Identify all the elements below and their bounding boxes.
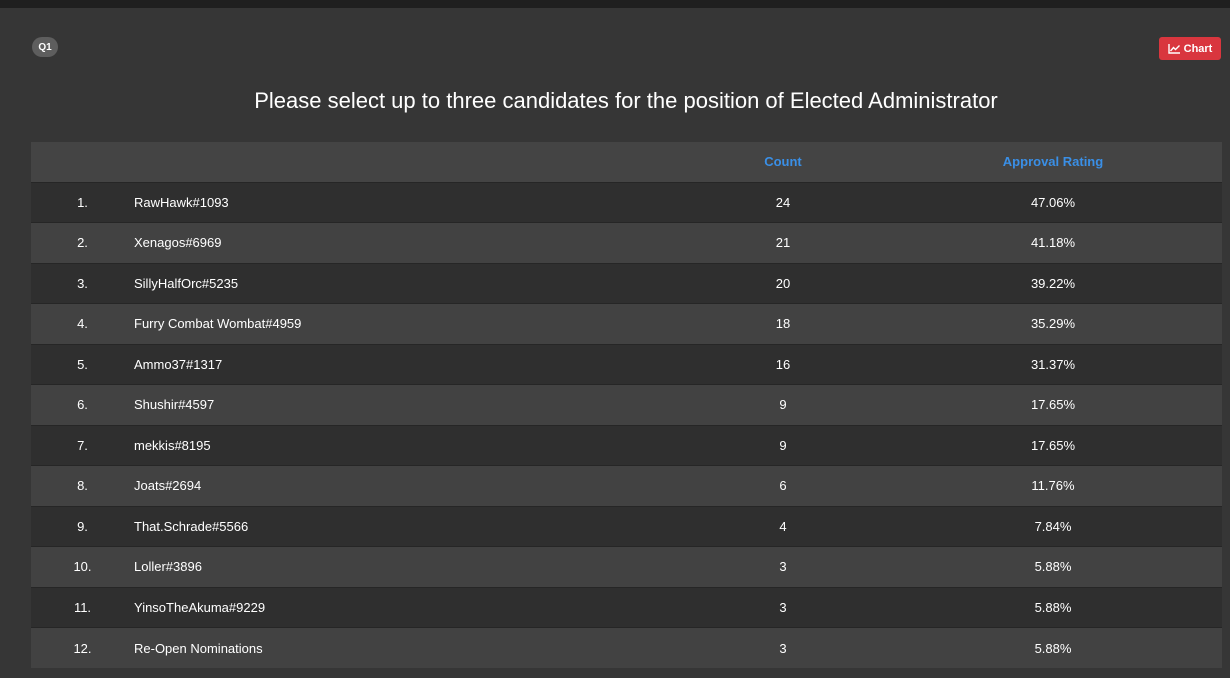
count-cell: 3 (682, 546, 884, 587)
table-row: 5. Ammo37#1317 16 31.37% (31, 343, 1222, 385)
approval-rating-cell: 5.88% (884, 546, 1222, 587)
candidate-name: mekkis#8195 (134, 424, 682, 466)
table-row: 1. RawHawk#1093 24 47.06% (31, 181, 1222, 223)
candidate-name: YinsoTheAkuma#9229 (134, 586, 682, 628)
chart-button-label: Chart (1183, 42, 1213, 55)
rank-cell: 6. (31, 384, 134, 425)
count-cell: 21 (682, 222, 884, 263)
candidate-name: SillyHalfOrc#5235 (134, 262, 682, 304)
approval-rating-cell: 7.84% (884, 505, 1222, 547)
rank-cell: 10. (31, 546, 134, 587)
rank-cell: 11. (31, 586, 134, 628)
question-title: Please select up to three candidates for… (254, 88, 998, 113)
approval-rating-cell: 41.18% (884, 222, 1222, 263)
candidate-name: Shushir#4597 (134, 384, 682, 425)
rank-cell: 12. (31, 627, 134, 668)
approval-rating-cell: 31.37% (884, 343, 1222, 385)
table-row: 4. Furry Combat Wombat#4959 18 35.29% (31, 303, 1222, 344)
count-cell: 6 (682, 465, 884, 506)
rank-cell: 4. (31, 303, 134, 344)
candidate-name: Joats#2694 (134, 465, 682, 506)
approval-rating-cell: 11.76% (884, 465, 1222, 506)
count-cell: 3 (682, 627, 884, 668)
header-name (134, 142, 682, 182)
rank-cell: 7. (31, 424, 134, 466)
approval-rating-cell: 5.88% (884, 627, 1222, 668)
rank-cell: 1. (31, 181, 134, 223)
table-row: 11. YinsoTheAkuma#9229 3 5.88% (31, 586, 1222, 628)
approval-rating-cell: 39.22% (884, 262, 1222, 304)
approval-rating-cell: 17.65% (884, 424, 1222, 466)
results-table: Count Approval Rating 1. RawHawk#1093 24 47… (31, 142, 1222, 668)
line-chart-icon (1167, 43, 1181, 54)
top-bar (0, 0, 1230, 8)
approval-rating-cell: 17.65% (884, 384, 1222, 425)
candidate-name: That.Schrade#5566 (134, 505, 682, 547)
candidate-name: RawHawk#1093 (134, 181, 682, 223)
candidate-name: Re-Open Nominations (134, 627, 682, 668)
table-row: 3. SillyHalfOrc#5235 20 39.22% (31, 262, 1222, 304)
count-cell: 18 (682, 303, 884, 344)
header-approval-rating[interactable]: Approval Rating (884, 142, 1222, 182)
header-rank (31, 142, 134, 182)
approval-rating-cell: 35.29% (884, 303, 1222, 344)
candidate-name: Loller#3896 (134, 546, 682, 587)
candidate-name: Furry Combat Wombat#4959 (134, 303, 682, 344)
rank-cell: 3. (31, 262, 134, 304)
candidate-name: Ammo37#1317 (134, 343, 682, 385)
approval-rating-cell: 5.88% (884, 586, 1222, 628)
approval-rating-cell: 47.06% (884, 181, 1222, 223)
rank-cell: 9. (31, 505, 134, 547)
rank-cell: 8. (31, 465, 134, 506)
table-row: 8. Joats#2694 6 11.76% (31, 465, 1222, 506)
count-cell: 9 (682, 384, 884, 425)
table-row: 10. Loller#3896 3 5.88% (31, 546, 1222, 587)
table-row: 9. That.Schrade#5566 4 7.84% (31, 505, 1222, 547)
chart-button[interactable]: Chart (1159, 37, 1221, 60)
table-header-row: Count Approval Rating (31, 142, 1222, 182)
table-row: 2. Xenagos#6969 21 41.18% (31, 222, 1222, 263)
count-cell: 24 (682, 181, 884, 223)
count-cell: 20 (682, 262, 884, 304)
rank-cell: 2. (31, 222, 134, 263)
count-cell: 3 (682, 586, 884, 628)
question-badge: Q1 (32, 37, 58, 57)
header-count[interactable]: Count (682, 142, 884, 182)
rank-cell: 5. (31, 343, 134, 385)
table-row: 7. mekkis#8195 9 17.65% (31, 424, 1222, 466)
candidate-name: Xenagos#6969 (134, 222, 682, 263)
count-cell: 16 (682, 343, 884, 385)
count-cell: 4 (682, 505, 884, 547)
table-row: 6. Shushir#4597 9 17.65% (31, 384, 1222, 425)
table-row: 12. Re-Open Nominations 3 5.88% (31, 627, 1222, 668)
count-cell: 9 (682, 424, 884, 466)
